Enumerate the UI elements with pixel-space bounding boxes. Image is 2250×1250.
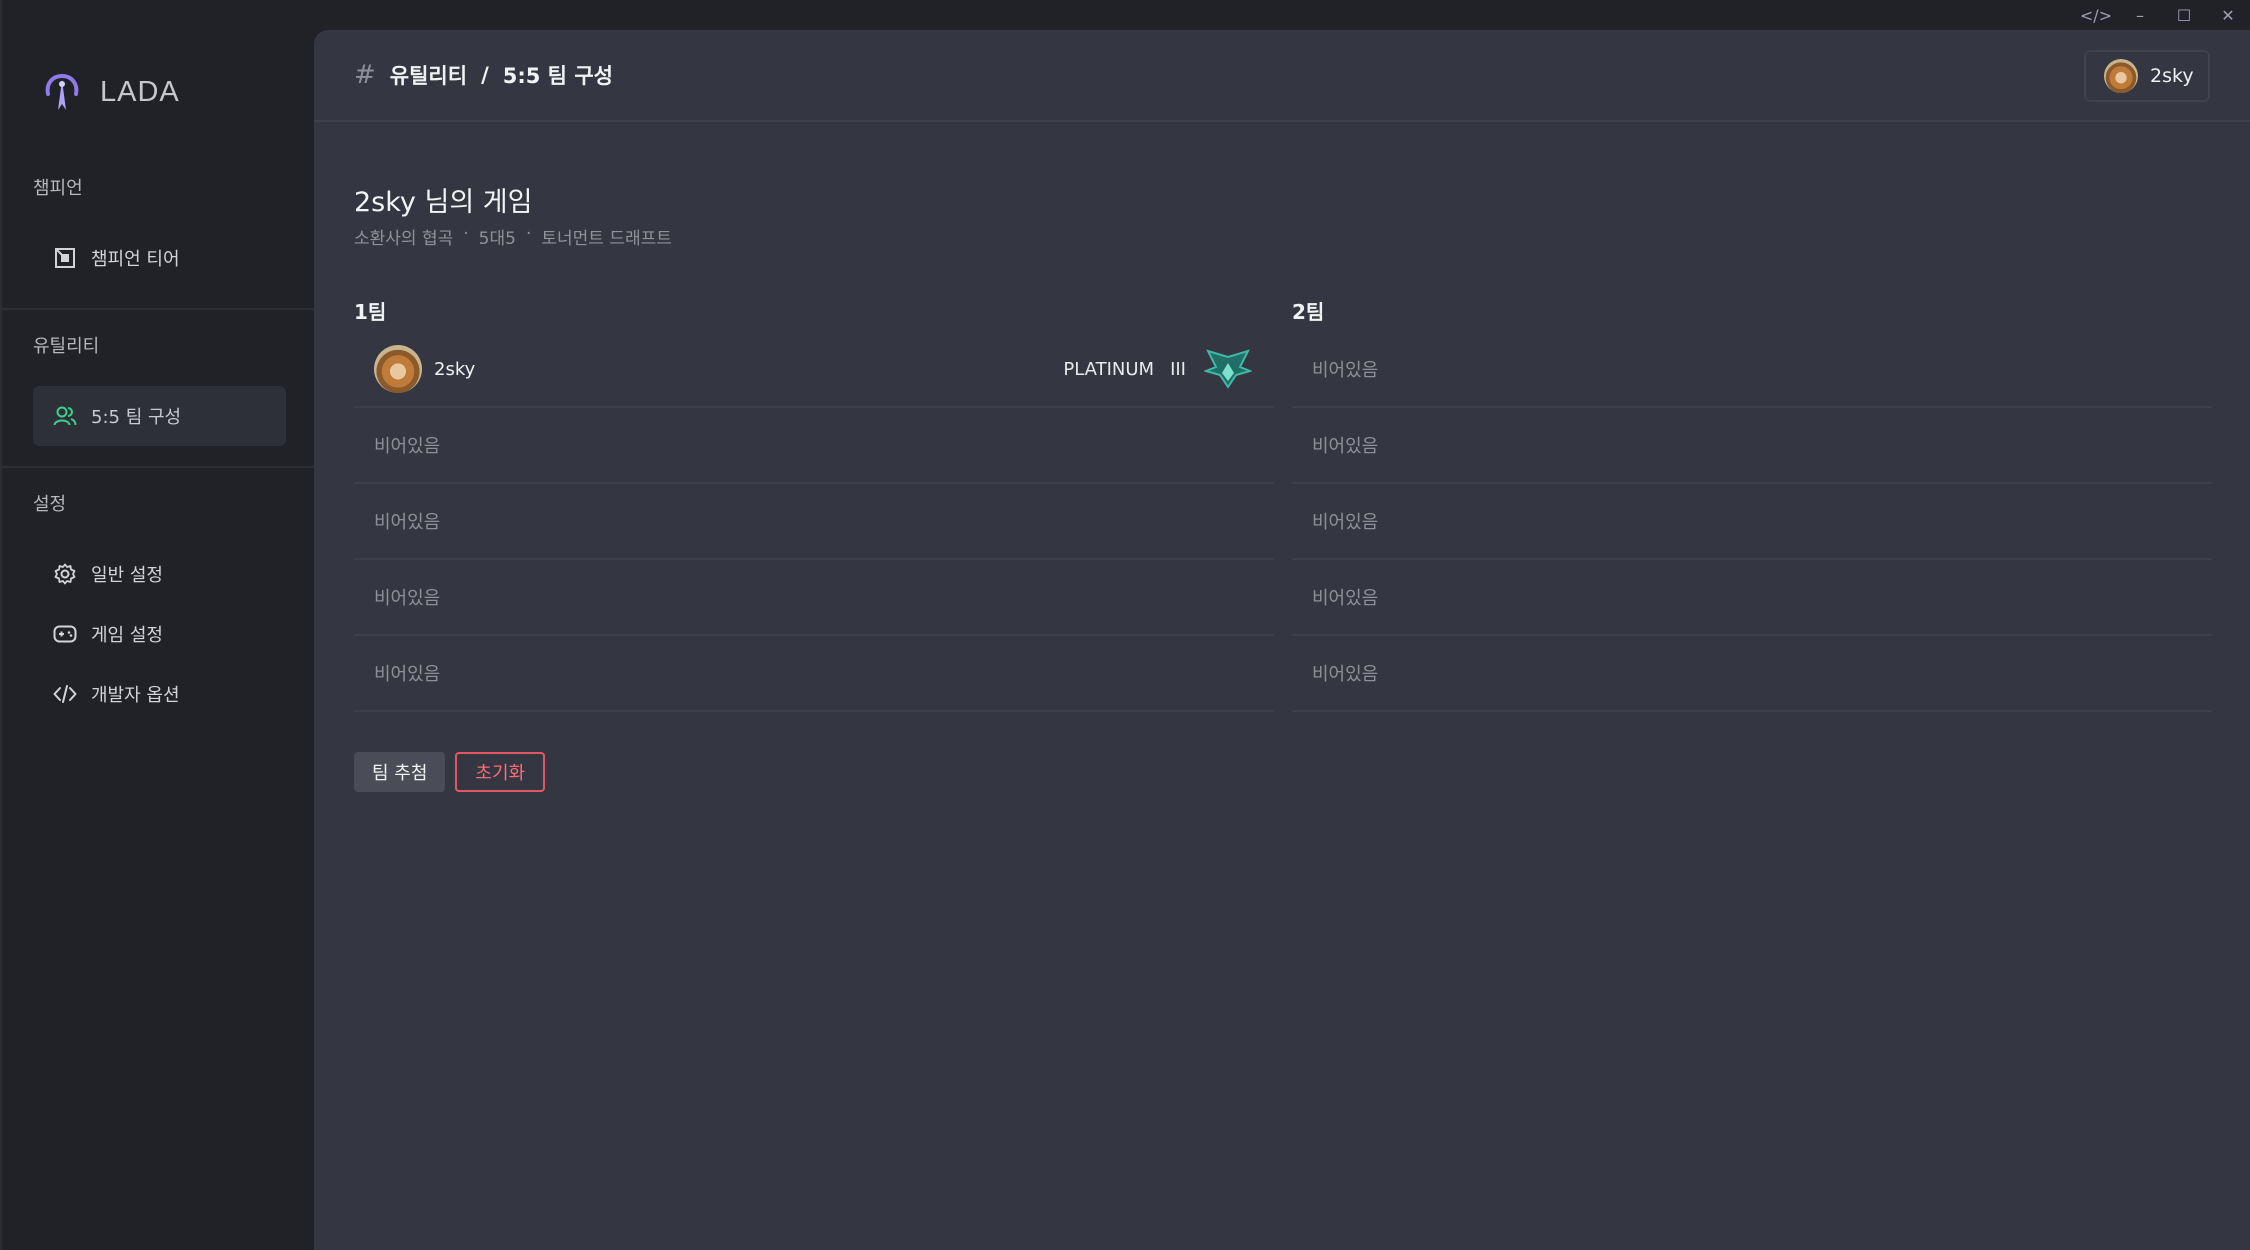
breadcrumb-section[interactable]: 유틸리티	[390, 60, 467, 90]
main-panel: # 유틸리티 / 5:5 팀 구성 2sky 2sky 님의 게임 소환사의 협…	[314, 30, 2250, 1250]
separator-dot: ·	[525, 224, 532, 244]
separator-dot: ·	[463, 224, 469, 244]
divider	[2, 466, 316, 468]
sidebar: LADA 챔피언 챔피언 티어 유틸리티 5:5 팀 구성 설정 일반 설정 게…	[0, 0, 316, 1250]
empty-slot[interactable]: 비어있음	[1292, 636, 2212, 712]
user-menu-button[interactable]: 2sky	[2084, 50, 2210, 102]
avatar	[2104, 59, 2138, 93]
section-utility: 유틸리티	[2, 332, 316, 357]
empty-slot[interactable]: 비어있음	[1292, 484, 2212, 560]
empty-slot[interactable]: 비어있음	[354, 636, 1274, 712]
window-controls: </> – ☐ ✕	[2074, 0, 2250, 30]
player-rank: PLATINUM III	[1063, 359, 1186, 380]
game-mode: 5대5	[478, 229, 516, 249]
sidebar-item-developer-options[interactable]: 개발자 옵션	[33, 664, 286, 724]
empty-slot[interactable]: 비어있음	[1292, 408, 2212, 484]
player-name: 2sky	[434, 358, 476, 380]
app-name: LADA	[100, 75, 180, 108]
team-label: 1팀	[354, 300, 387, 324]
action-bar: 팀 추첨 초기화	[354, 752, 546, 792]
game-info: 소환사의 협곡 · 5대5 · 토너먼트 드래프트	[354, 224, 672, 249]
rank-tier: PLATINUM	[1063, 358, 1155, 380]
sidebar-item-champion-tier[interactable]: 챔피언 티어	[33, 228, 286, 288]
breadcrumb-page: 5:5 팀 구성	[502, 64, 613, 88]
sidebar-item-label: 5:5 팀 구성	[91, 407, 182, 428]
sidebar-item-team-builder[interactable]: 5:5 팀 구성	[33, 386, 286, 446]
users-icon	[53, 404, 77, 428]
section-title: 챔피언	[33, 178, 83, 199]
sidebar-item-label: 일반 설정	[91, 565, 163, 586]
empty-slot[interactable]: 비어있음	[354, 484, 1274, 560]
game-draft: 토너먼트 드래프트	[541, 229, 672, 249]
hash-icon: #	[354, 60, 376, 90]
team-label: 2팀	[1292, 300, 1325, 324]
section-settings: 설정	[2, 490, 316, 515]
game-map: 소환사의 협곡	[354, 229, 454, 249]
lada-logo-icon	[45, 74, 79, 110]
divider	[2, 308, 316, 310]
tier-icon	[53, 246, 77, 270]
team-2: 2팀 비어있음 비어있음 비어있음 비어있음 비어있음	[1292, 292, 2212, 712]
rank-division: III	[1170, 358, 1186, 380]
section-title: 설정	[33, 494, 67, 515]
sidebar-item-general-settings[interactable]: 일반 설정	[33, 544, 286, 604]
page-title: 2sky 님의 게임	[354, 187, 533, 218]
avatar	[374, 345, 422, 393]
sidebar-item-label: 게임 설정	[91, 625, 163, 646]
breadcrumb: # 유틸리티 / 5:5 팀 구성	[354, 60, 613, 90]
user-name: 2sky	[2150, 65, 2194, 87]
gamepad-icon	[53, 622, 77, 646]
gear-icon	[53, 562, 77, 586]
app-logo[interactable]: LADA	[42, 70, 180, 114]
empty-slot[interactable]: 비어있음	[1292, 332, 2212, 408]
breadcrumb-separator: /	[481, 63, 489, 87]
page-header: # 유틸리티 / 5:5 팀 구성 2sky	[314, 30, 2250, 122]
section-champion: 챔피언	[2, 174, 316, 199]
empty-slot[interactable]: 비어있음	[1292, 560, 2212, 636]
sidebar-item-game-settings[interactable]: 게임 설정	[33, 604, 286, 664]
draw-teams-button[interactable]: 팀 추첨	[354, 752, 446, 792]
team-1: 1팀 2sky PLATINUM III 비어있음 비어있음 비어있음 비어있음	[354, 292, 1274, 712]
platinum-emblem-icon	[1204, 349, 1252, 389]
reset-button[interactable]: 초기화	[455, 752, 546, 792]
minimize-button[interactable]: –	[2118, 0, 2162, 30]
sidebar-item-label: 개발자 옵션	[91, 685, 180, 706]
maximize-button[interactable]: ☐	[2162, 0, 2206, 30]
code-icon	[53, 682, 77, 706]
empty-slot[interactable]: 비어있음	[354, 560, 1274, 636]
close-button[interactable]: ✕	[2206, 0, 2250, 30]
devtools-button[interactable]: </>	[2074, 0, 2118, 30]
section-title: 유틸리티	[33, 336, 100, 357]
empty-slot[interactable]: 비어있음	[354, 408, 1274, 484]
player-slot[interactable]: 2sky PLATINUM III	[354, 332, 1274, 408]
sidebar-item-label: 챔피언 티어	[91, 249, 180, 270]
